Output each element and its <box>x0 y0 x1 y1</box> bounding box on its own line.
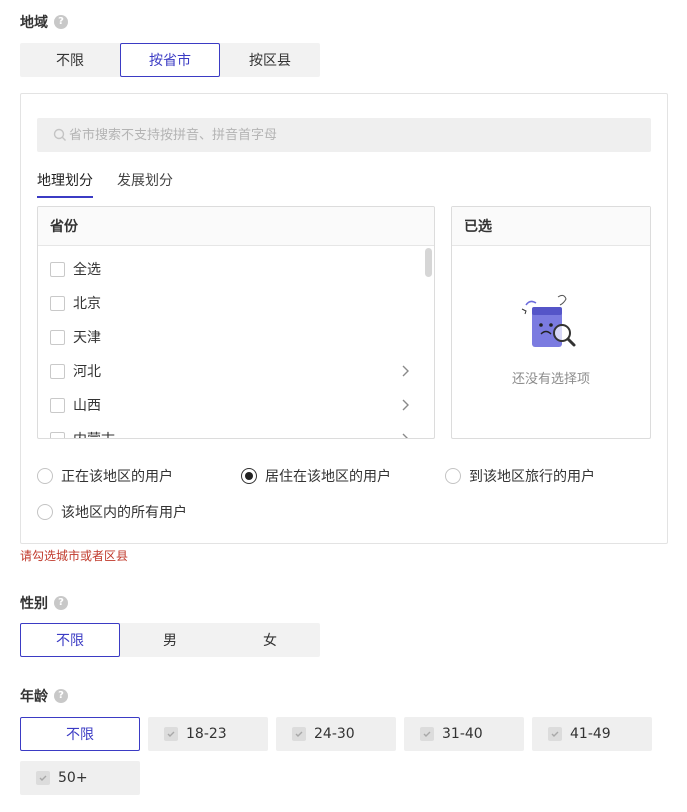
region-label: 地域 ? <box>20 12 68 32</box>
search-icon <box>53 128 66 141</box>
age-option-label: 24-30 <box>314 726 355 742</box>
province-label: 全选 <box>73 262 101 278</box>
check-icon <box>420 727 434 741</box>
age-option-24-30[interactable]: 24-30 <box>276 717 396 751</box>
gender-option-male[interactable]: 男 <box>120 623 220 657</box>
province-search-input[interactable] <box>37 118 651 152</box>
radio-label: 该地区内的所有用户 <box>61 505 187 521</box>
age-option-label: 41-49 <box>570 726 611 742</box>
region-option-unlimited[interactable]: 不限 <box>20 43 120 77</box>
chevron-right-icon[interactable] <box>400 364 410 378</box>
age-option-label: 31-40 <box>442 726 483 742</box>
radio-resident-users[interactable]: 居住在该地区的用户 <box>241 466 391 486</box>
checkbox[interactable] <box>50 397 65 413</box>
age-option-41-49[interactable]: 41-49 <box>532 717 652 751</box>
province-list-header: 省份 <box>38 207 434 246</box>
province-scrollbar[interactable] <box>425 246 433 438</box>
age-option-label: 18-23 <box>186 726 227 742</box>
tab-geographic[interactable]: 地理划分 <box>37 170 93 198</box>
radio-travel-users[interactable]: 到该地区旅行的用户 <box>445 466 595 486</box>
province-item-beijing[interactable]: 北京 <box>38 286 434 320</box>
help-icon[interactable]: ? <box>54 15 68 29</box>
check-icon <box>164 727 178 741</box>
tab-development[interactable]: 发展划分 <box>117 170 173 198</box>
gender-label-text: 性别 <box>20 596 48 612</box>
region-tabs: 地理划分 发展划分 <box>37 170 197 198</box>
chevron-right-icon[interactable] <box>400 398 410 412</box>
province-label: 内蒙古 <box>73 429 115 438</box>
region-label-text: 地域 <box>20 15 48 31</box>
region-mode-selector: 不限 按省市 按区县 <box>20 43 320 77</box>
check-icon <box>292 727 306 741</box>
province-item-hebei[interactable]: 河北 <box>38 354 434 388</box>
gender-selector: 不限 男 女 <box>20 623 320 657</box>
province-label: 北京 <box>73 296 101 312</box>
age-label-text: 年龄 <box>20 689 48 705</box>
province-item-select-all[interactable]: 全选 <box>38 252 434 286</box>
province-list-box: 省份 全选 北京 天津 河北 山西 <box>37 206 435 439</box>
selected-box: 已选 还没有选择项 <box>451 206 651 439</box>
checkbox[interactable] <box>50 261 65 277</box>
radio-button[interactable] <box>445 468 461 484</box>
age-options-row-1: 不限 18-23 24-30 31-40 41-49 <box>20 717 660 751</box>
province-label: 山西 <box>73 398 101 414</box>
age-option-50-plus[interactable]: 50+ <box>20 761 140 795</box>
gender-option-unlimited[interactable]: 不限 <box>20 623 120 657</box>
chevron-right-icon[interactable] <box>400 432 410 439</box>
help-icon[interactable]: ? <box>54 689 68 703</box>
empty-search-illustration-icon <box>521 294 576 347</box>
age-option-31-40[interactable]: 31-40 <box>404 717 524 751</box>
region-option-by-province[interactable]: 按省市 <box>120 43 220 77</box>
selected-header: 已选 <box>452 207 650 246</box>
province-label: 河北 <box>73 364 101 380</box>
radio-all-users[interactable]: 该地区内的所有用户 <box>37 502 187 522</box>
province-search-box <box>37 118 651 152</box>
radio-current-users[interactable]: 正在该地区的用户 <box>37 466 173 486</box>
gender-option-female[interactable]: 女 <box>220 623 320 657</box>
empty-text: 还没有选择项 <box>511 372 590 387</box>
radio-label: 居住在该地区的用户 <box>265 469 391 485</box>
scrollbar-thumb[interactable] <box>425 248 432 277</box>
check-icon <box>548 727 562 741</box>
region-error-message: 请勾选城市或者区县 <box>20 549 129 563</box>
province-label: 天津 <box>73 330 101 346</box>
radio-button[interactable] <box>37 504 53 520</box>
age-options-row-2: 50+ <box>20 761 148 795</box>
age-label: 年龄 ? <box>20 686 68 706</box>
province-list[interactable]: 全选 北京 天津 河北 山西 内蒙古 <box>38 246 434 439</box>
province-item-inner-mongolia[interactable]: 内蒙古 <box>38 422 434 439</box>
region-option-by-county[interactable]: 按区县 <box>220 43 320 77</box>
province-item-shanxi[interactable]: 山西 <box>38 388 434 422</box>
radio-button[interactable] <box>241 468 257 484</box>
checkbox[interactable] <box>50 363 65 379</box>
age-option-unlimited[interactable]: 不限 <box>20 717 140 751</box>
help-icon[interactable]: ? <box>54 596 68 610</box>
radio-label: 正在该地区的用户 <box>61 469 173 485</box>
age-option-label: 50+ <box>58 770 88 786</box>
check-icon <box>36 771 50 785</box>
checkbox[interactable] <box>50 431 65 438</box>
checkbox[interactable] <box>50 295 65 311</box>
checkbox[interactable] <box>50 329 65 345</box>
radio-button[interactable] <box>37 468 53 484</box>
province-item-tianjin[interactable]: 天津 <box>38 320 434 354</box>
radio-label: 到该地区旅行的用户 <box>469 469 595 485</box>
gender-label: 性别 ? <box>20 593 68 613</box>
region-panel: 地理划分 发展划分 省份 全选 北京 天津 河北 <box>20 93 668 544</box>
age-option-18-23[interactable]: 18-23 <box>148 717 268 751</box>
